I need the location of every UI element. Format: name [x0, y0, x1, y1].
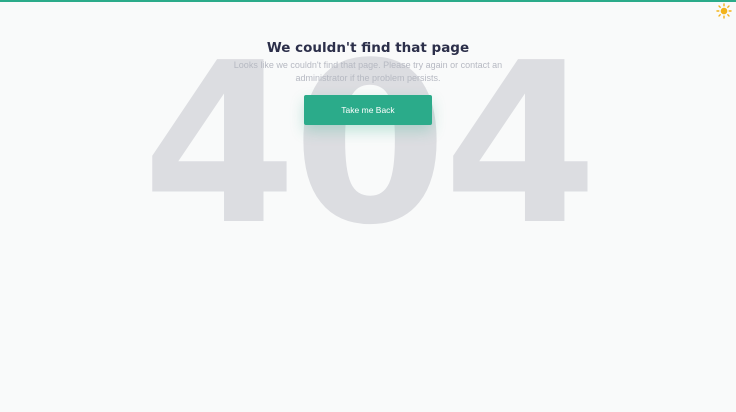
page-title: We couldn't find that page [266, 40, 470, 56]
sun-icon [716, 3, 732, 19]
top-accent-bar [0, 0, 736, 2]
theme-toggle[interactable] [716, 3, 732, 19]
take-me-back-button[interactable]: Take me Back [304, 95, 432, 125]
not-found-page: 404 We couldn't find that page Looks lik… [0, 0, 736, 412]
error-message: Looks like we couldn't find that page. P… [233, 60, 503, 83]
